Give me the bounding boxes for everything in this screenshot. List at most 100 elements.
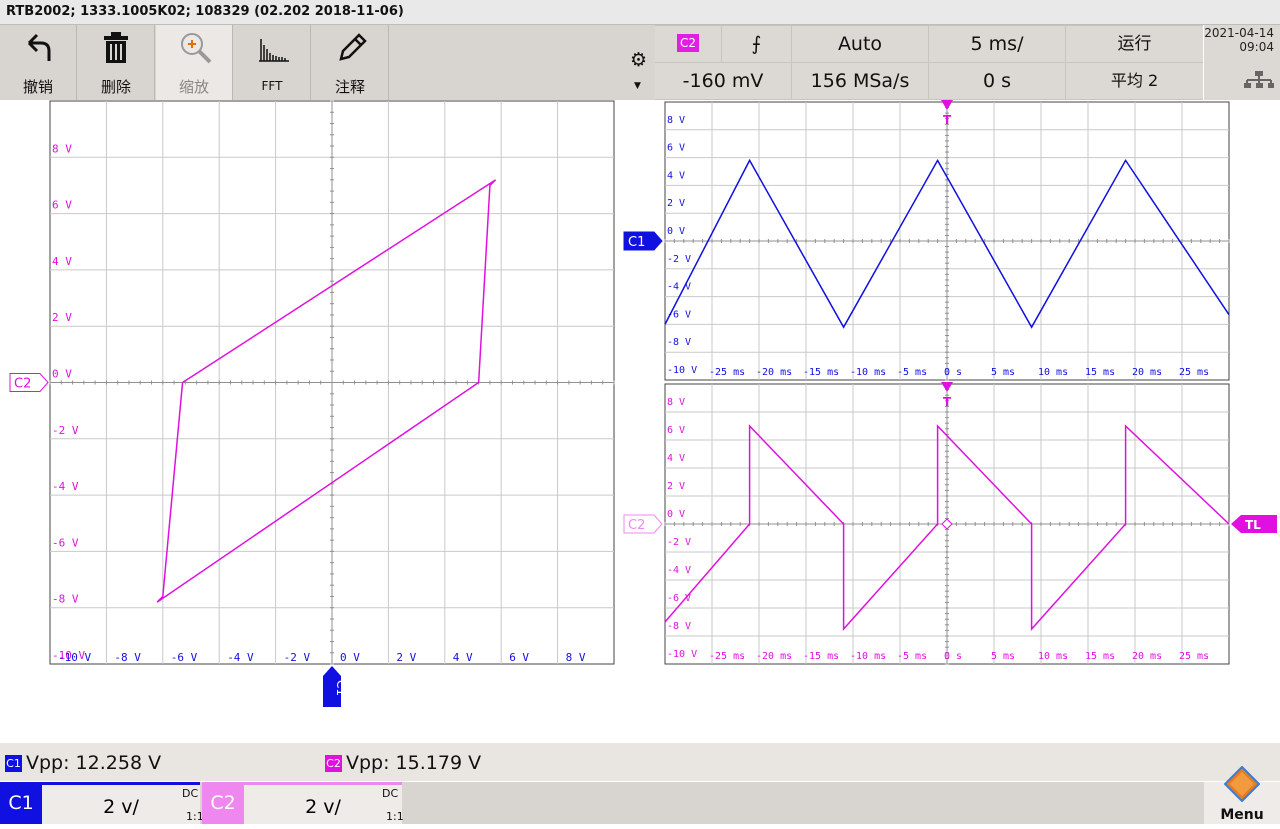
trigger-mode[interactable]: Auto [792,26,928,62]
trash-icon [104,32,128,63]
clock-time: 09:04 [1239,40,1274,54]
yt1-x-tick-label: 0 s [944,367,962,378]
yt2-x-tick-label: -20 ms [756,651,792,662]
yt2-trigger-marker-label: T [943,395,952,409]
zoom-icon [181,33,212,64]
yt2-x-tick-label: 5 ms [991,651,1015,662]
yt1-x-tick-label: -5 ms [897,367,927,378]
xy-x-tick-label: 6 V [509,651,529,664]
xy-x-tick-label: -10 V [58,651,91,664]
annotate-button[interactable]: 注释 [312,25,389,100]
undo-button[interactable]: 撤销 [0,25,77,100]
rs-logo-icon [1224,766,1260,802]
xy-c2-marker-label: C2 [14,377,31,392]
fft-button[interactable]: FFT [234,25,311,100]
xy-c1-marker-label: C1 [334,680,348,696]
yt2-x-tick-label: 10 ms [1038,651,1068,662]
yt1-x-tick-label: -25 ms [709,367,745,378]
undo-label: 撤销 [22,78,53,96]
yt1-y-tick-label: 4 V [667,170,685,181]
run-state[interactable]: 运行 [1066,26,1203,62]
yt1-y-tick-label: -10 V [667,365,697,376]
yt2-y-tick-label: 2 V [667,481,685,492]
yt1-y-tick-label: -2 V [667,254,691,265]
yt1-x-tick-label: 25 ms [1179,367,1209,378]
yt1-x-tick-label: 20 ms [1132,367,1162,378]
xy-x-tick-label: 4 V [453,651,473,664]
xy-x-tick-label: -6 V [171,651,198,664]
channel-c2-name: C2 [202,782,244,824]
xy-y-tick-label: -6 V [52,536,79,549]
trigger-level[interactable]: -160 mV [655,63,791,99]
trigger-source-badge: C2 [676,34,699,52]
horizontal-position[interactable]: 0 s [929,63,1065,99]
xy-x-tick-label: -4 V [227,651,254,664]
xy-y-tick-label: 2 V [52,311,72,324]
sample-rate[interactable]: 156 MSa/s [792,63,928,99]
yt1-channel-marker-label: C1 [628,235,645,250]
delete-label: 删除 [100,78,131,96]
acquisition-mode[interactable]: 平均 2 [1066,63,1203,99]
c2-measure-tag: C2 [325,755,342,772]
yt2-y-tick-label: 4 V [667,453,685,464]
yt1-y-tick-label: 0 V [667,226,685,237]
c1-measurement[interactable]: C1 Vpp: 12.258 V [5,752,161,774]
xy-x-tick-label: -2 V [284,651,311,664]
xy-plot[interactable]: 8 V6 V4 V2 V0 V-2 V-4 V-6 V-8 V-10 V-10 … [0,100,640,710]
window-title: RTB2002; 1333.1005K02; 108329 (02.202 20… [6,4,404,19]
c2-measurement[interactable]: C2 Vpp: 15.179 V [325,752,481,774]
timebase[interactable]: 5 ms/ [929,26,1065,62]
gear-icon: ⚙ [630,49,648,71]
zoom-button[interactable]: 缩放 [156,25,233,100]
xy-y-tick-label: 6 V [52,199,72,212]
title-bar: RTB2002; 1333.1005K02; 108329 (02.202 20… [0,0,1280,25]
trigger-slope-icon: ⨍ [751,33,762,55]
xy-y-tick-label: 4 V [52,255,72,268]
channel-c1-coupling: DC [182,787,199,800]
yt1-y-tick-label: 8 V [667,115,685,126]
channel-c2-scale: 2 v/ [244,782,402,824]
channel-c2-coupling: DC [382,787,399,800]
yt2-y-tick-label: -4 V [667,565,691,576]
fft-label: FFT [261,79,283,93]
yt1-y-tick-label: -4 V [667,282,691,293]
pencil-icon [339,33,367,61]
network-icon[interactable] [1244,71,1274,89]
yt2-trigger-level-label: TL [1245,518,1261,532]
yt2-x-tick-label: -15 ms [803,651,839,662]
settings-button[interactable]: ⚙ ▼ [622,25,655,100]
yt2-x-tick-label: 15 ms [1085,651,1115,662]
measurement-bar: C1 Vpp: 12.258 V C2 Vpp: 15.179 V [0,743,1280,781]
channel-c1-box[interactable]: C1 2 v/ DC 1:1 [0,782,204,824]
yt2-x-tick-label: -10 ms [850,651,886,662]
clock: 2021-04-14 09:04 [1204,25,1280,100]
yt2-y-tick-label: -6 V [667,593,691,604]
yt1-trigger-marker-label: T [943,113,952,127]
xy-y-tick-label: -2 V [52,424,79,437]
delete-button[interactable]: 删除 [78,25,155,100]
xy-y-tick-label: -8 V [52,593,79,606]
trigger-source-cell[interactable]: C2 [655,26,721,62]
c2-vpp: Vpp: 15.179 V [346,752,482,774]
undo-icon [27,33,51,61]
yt2-y-tick-label: -8 V [667,621,691,632]
yt1-x-tick-label: 5 ms [991,367,1015,378]
xy-x-tick-label: 8 V [566,651,586,664]
clock-date: 2021-04-14 [1204,26,1274,40]
channel-c2-box[interactable]: C2 2 v/ DC 1:1 [202,782,404,824]
yt2-y-tick-label: 6 V [667,425,685,436]
channel-c1-scale: 2 v/ [42,782,200,824]
xy-x-tick-label: -8 V [114,651,141,664]
yt2-y-tick-label: 0 V [667,509,685,520]
yt-plot-c2[interactable]: 8 V 6 V 4 V 2 V 0 V -2 V -4 V -6 V -8 V -10 V -25 … [620,382,1280,672]
channel-c1-name: C1 [0,782,42,824]
xy-x-tick-label: 0 V [340,651,360,664]
menu-button[interactable]: Menu [1204,766,1280,824]
yt1-x-tick-label: 15 ms [1085,367,1115,378]
yt2-x-tick-label: 20 ms [1132,651,1162,662]
yt1-x-tick-label: -10 ms [850,367,886,378]
yt-plot-c1[interactable]: 8 V6 V4 V2 V0 V-2 V-4 V-6 V-8 V-10 V -25 … [620,100,1280,385]
trigger-slope-cell[interactable]: ⨍ [722,26,791,62]
yt1-x-tick-label: 10 ms [1038,367,1068,378]
zoom-label: 缩放 [178,78,209,96]
